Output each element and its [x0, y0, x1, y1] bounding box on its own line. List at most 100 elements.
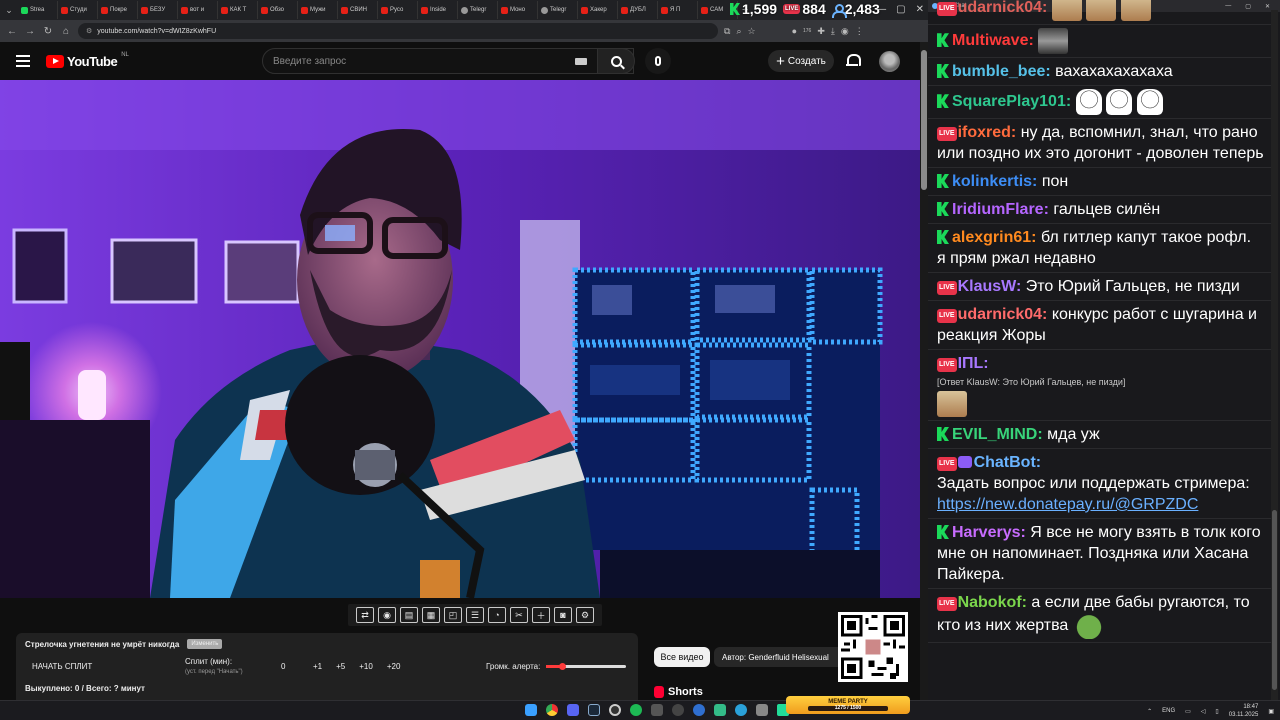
meme-party-widget[interactable]: MEME PARTY 1275 / 1500	[786, 696, 910, 714]
create-button[interactable]: + Создать	[768, 50, 834, 72]
gear-icon[interactable]: ⚙	[576, 607, 594, 623]
split-increment-button[interactable]: +10	[359, 662, 373, 671]
keyboard-icon[interactable]	[575, 58, 587, 65]
browser-tab[interactable]: Inside	[418, 1, 458, 19]
obs-icon[interactable]	[609, 704, 621, 716]
chat-message[interactable]: Multiwave:	[928, 25, 1272, 58]
chat-username[interactable]: IridiumFlare:	[952, 201, 1049, 218]
volume-knob[interactable]	[559, 663, 566, 670]
download-icon[interactable]: ⤓	[831, 26, 835, 37]
browser-tab[interactable]: ДУБЛ	[618, 1, 658, 19]
chat-username[interactable]: Nabokof:	[958, 594, 1027, 611]
chat-settings-icon[interactable]: ▤	[400, 607, 418, 623]
shorts-section-heading[interactable]: Shorts	[654, 686, 703, 698]
notifications-bell-icon[interactable]	[846, 53, 861, 67]
cut-icon[interactable]: ✂	[510, 607, 528, 623]
chat-username[interactable]: alexgrin61:	[952, 229, 1036, 246]
chat-username[interactable]: KlausW:	[958, 278, 1022, 295]
chat-username[interactable]: EVIL_MIND:	[952, 426, 1043, 443]
browser-tab[interactable]: Хакер	[578, 1, 618, 19]
chat-username[interactable]: bumble_bee:	[952, 63, 1051, 80]
app-icon-1[interactable]	[651, 704, 663, 716]
chat-scrollbar-thumb[interactable]	[1272, 510, 1277, 690]
chat-message[interactable]: LIVE Nabokof: а если две бабы ругаются, т…	[928, 589, 1272, 643]
site-info-icon[interactable]: ⚙	[86, 27, 92, 35]
chat-username[interactable]: SquarePlay101:	[952, 93, 1071, 110]
refresh-icon[interactable]: ⇄	[356, 607, 374, 623]
forward-icon[interactable]: →	[24, 26, 36, 37]
app-icon-5[interactable]	[756, 704, 768, 716]
url-field[interactable]: ⚙ youtube.com/watch?v=dWIZ8zKwhFU	[78, 23, 718, 39]
bookmark-star-icon[interactable]: ☆	[747, 26, 755, 37]
search-button[interactable]	[597, 48, 635, 74]
add-icon[interactable]: ＋	[532, 607, 550, 623]
chat-username[interactable]: udarnick04:	[958, 0, 1048, 16]
broadcast-icon[interactable]: ◉	[378, 607, 396, 623]
network-icon[interactable]: ▭	[1185, 708, 1191, 715]
chat-message[interactable]: LIVE udarnick04:	[928, 0, 1272, 25]
alert-volume-slider[interactable]	[546, 663, 626, 670]
puzzle-icon[interactable]: ✚	[817, 26, 825, 37]
close-button[interactable]: ✕	[916, 4, 924, 15]
menu-icon[interactable]: ⋮	[855, 26, 864, 37]
browser-tab[interactable]: БЕЗУ	[138, 1, 178, 19]
notifications-icon[interactable]: ▣	[1268, 708, 1274, 715]
browser-tab[interactable]: Я П	[658, 1, 698, 19]
split-increment-button[interactable]: +20	[387, 662, 401, 671]
minimize-button[interactable]: —	[876, 4, 886, 15]
chat-message[interactable]: LIVE IПL: [Ответ KlausW: Это Юрий Гальцев…	[928, 350, 1272, 421]
split-increment-button[interactable]: +1	[313, 662, 322, 671]
page-scrollbar-thumb[interactable]	[921, 50, 927, 190]
volume-icon[interactable]: ◁	[1201, 708, 1206, 715]
browser-tab[interactable]: Telegr	[458, 1, 498, 19]
camera-icon[interactable]: ◙	[554, 607, 572, 623]
battery-icon[interactable]: ▯	[1215, 708, 1218, 715]
subtitles-icon[interactable]: ☰	[466, 607, 484, 623]
clock[interactable]: 18:47 03.11.2025	[1229, 703, 1259, 719]
reload-icon[interactable]: ↻	[42, 26, 54, 37]
account-avatar[interactable]	[879, 51, 900, 72]
rename-button[interactable]: Изменить	[187, 639, 223, 649]
chat-message[interactable]: Harverys: Я все не могу взять в толк ког…	[928, 519, 1272, 589]
tray-expand-icon[interactable]: ⌃	[1147, 708, 1152, 715]
clapper-icon[interactable]: ▦	[422, 607, 440, 623]
profile-icon[interactable]: ◉	[841, 26, 849, 37]
browser-tab[interactable]: Strea	[18, 1, 58, 19]
chat-message[interactable]: LIVE udarnick04: конкурс работ с шугарина…	[928, 301, 1272, 350]
chat-message[interactable]: kolinkertis: пон	[928, 168, 1272, 196]
steam-icon[interactable]	[588, 704, 600, 716]
app-icon-4[interactable]	[714, 704, 726, 716]
browser-tab[interactable]: Telegr	[538, 1, 578, 19]
language-indicator[interactable]: ENG	[1162, 708, 1175, 714]
browser-tab[interactable]: вот и	[178, 1, 218, 19]
chat-scrollbar[interactable]	[1271, 10, 1278, 700]
chat-link[interactable]: https://new.donatepay.ru/@GRPZDC	[937, 496, 1198, 513]
chat-username[interactable]: ifoxred:	[958, 124, 1017, 141]
chat-message[interactable]: alexgrin61: бл гитлер капут такое рофл. …	[928, 224, 1272, 273]
chat-message[interactable]: EVIL_MIND: мда уж	[928, 421, 1272, 449]
chat-message[interactable]: IridiumFlare: гальцев силён	[928, 196, 1272, 224]
browser-tab[interactable]: Русо	[378, 1, 418, 19]
chat-message-list[interactable]: LIVE udarnick04: Multiwave: bumble_bee: в…	[928, 0, 1272, 643]
back-icon[interactable]: ←	[6, 26, 18, 37]
browser-tab[interactable]: СВИН	[338, 1, 378, 19]
app-icon-2[interactable]	[672, 704, 684, 716]
spotify-icon[interactable]	[630, 704, 642, 716]
chat-username[interactable]: ChatBot:	[974, 454, 1042, 471]
start-windows-icon[interactable]	[525, 704, 537, 716]
browser-tab[interactable]: Покре	[98, 1, 138, 19]
author-chip[interactable]: Автор: Genderfluid Helisexual	[714, 647, 844, 667]
home-icon[interactable]: ⌂	[60, 26, 72, 37]
browser-tab[interactable]: КАК Т	[218, 1, 258, 19]
chat-username[interactable]: Multiwave:	[952, 32, 1034, 49]
browser-tab[interactable]: Моно	[498, 1, 538, 19]
app-icon-3[interactable]	[693, 704, 705, 716]
chat-message[interactable]: bumble_bee: вахахахахахаха	[928, 58, 1272, 86]
voice-search-button[interactable]	[645, 48, 671, 74]
chrome-icon[interactable]	[546, 704, 558, 716]
chat-username[interactable]: udarnick04:	[958, 306, 1048, 323]
video-player[interactable]	[0, 80, 920, 598]
tab-menu-chevron-icon[interactable]: ⌄	[0, 0, 18, 20]
extension-icon[interactable]: ●	[792, 26, 797, 36]
chat-message[interactable]: SquarePlay101:	[928, 86, 1272, 119]
